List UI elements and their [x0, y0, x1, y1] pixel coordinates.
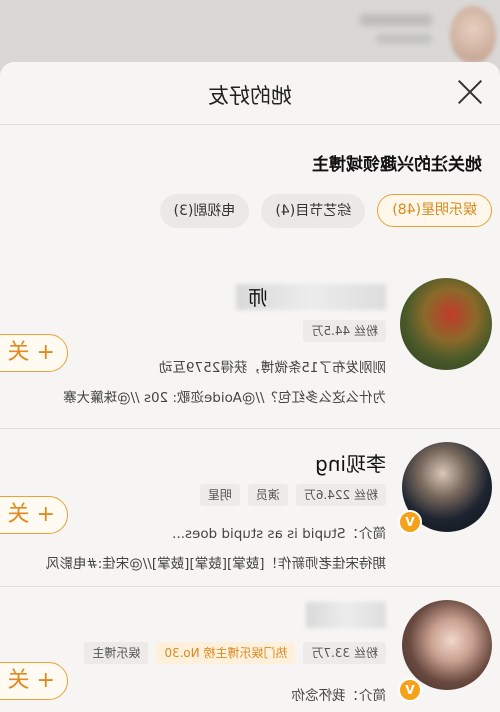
avatar[interactable]	[402, 600, 492, 690]
friends-sheet: 她的好友 她关注的兴趣领域博主 娱乐明星(48) 综艺节目(4) 电视剧(3) …	[0, 62, 500, 712]
follow-button[interactable]: + 关	[0, 662, 68, 700]
follower-count-tag: 粉丝 44.5万	[303, 320, 386, 342]
ranking-tag: 热门娱乐博主榜 No.30	[156, 642, 296, 664]
verified-badge-icon: V	[398, 678, 422, 702]
tab-entertainment-stars[interactable]: 娱乐明星(48)	[377, 194, 492, 227]
follow-button[interactable]: + 关	[0, 496, 68, 534]
user-tags: 粉丝 33.7万 热门娱乐博主榜 No.30 娱乐博主	[84, 642, 386, 664]
username[interactable]: 李现ing	[315, 448, 386, 477]
list-item[interactable]: V 李现ing 粉丝 224.6万 演员 明星 简介：Stupid is as …	[0, 434, 500, 594]
sheet-header: 她的好友	[0, 62, 500, 125]
user-tags: 粉丝 44.5万	[303, 320, 386, 342]
divider	[0, 586, 500, 587]
username[interactable]: 师	[248, 282, 268, 311]
avatar[interactable]	[400, 278, 492, 370]
verified-badge-icon: V	[398, 510, 422, 534]
category-tag: 明星	[199, 484, 240, 506]
blurred-profile-name	[360, 14, 432, 26]
category-tabs: 娱乐明星(48) 综艺节目(4) 电视剧(3)	[159, 194, 492, 228]
blurred-profile-avatar	[450, 6, 496, 64]
tab-tv-series[interactable]: 电视剧(3)	[159, 194, 250, 228]
follower-count-tag: 粉丝 224.6万	[295, 484, 386, 506]
follower-count-tag: 粉丝 33.7万	[303, 642, 386, 664]
list-item[interactable]: 师 粉丝 44.5万 刚刚发布了15条微博，获得2579互动 为什么这么多红包？…	[0, 274, 500, 424]
role-tag: 演员	[247, 484, 288, 506]
user-bio-line: 简介：我怀念你	[291, 688, 387, 704]
divider	[0, 428, 500, 429]
page-title: 她的好友	[208, 84, 292, 108]
category-tag: 娱乐博主	[84, 642, 149, 664]
tab-variety-shows[interactable]: 综艺节目(4)	[261, 194, 366, 228]
user-repost-line: 为什么这么多红包？//@Aoide迩歌: 20s //@珠簾大寨	[63, 390, 386, 406]
blurred-profile-subtitle	[376, 34, 432, 44]
user-bio-line: 简介：Stupid is as stupid does...	[172, 526, 386, 542]
user-repost-line: 期待宋佳老师新作！[鼓掌][鼓掌][鼓掌]//@宋佳:#电影风	[45, 556, 386, 572]
list-item[interactable]: V 粉丝 33.7万 热门娱乐博主榜 No.30 娱乐博主 简介：我怀念你 + …	[0, 592, 500, 712]
blurred-username	[306, 602, 386, 628]
user-activity-line: 刚刚发布了15条微博，获得2579互动	[158, 360, 386, 376]
user-tags: 粉丝 224.6万 演员 明星	[199, 484, 386, 506]
section-title: 她关注的兴趣领域博主	[312, 155, 482, 175]
follow-button[interactable]: + 关	[0, 334, 68, 372]
mirrored-screen: 她的好友 她关注的兴趣领域博主 娱乐明星(48) 综艺节目(4) 电视剧(3) …	[0, 0, 500, 712]
